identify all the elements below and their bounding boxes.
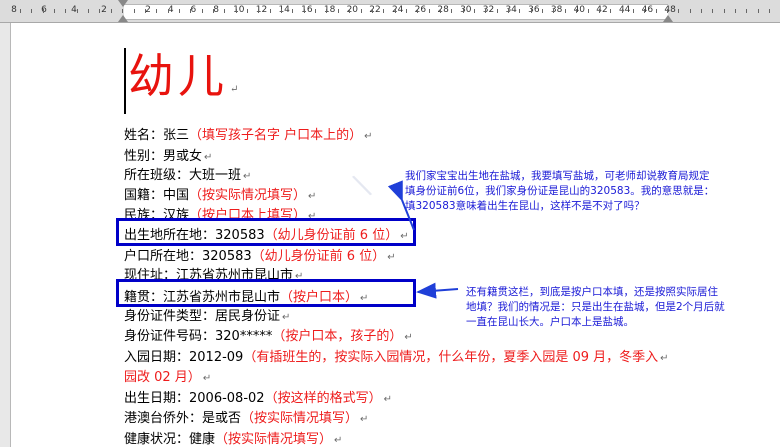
arrow-to-native-place [416,282,459,299]
annotation-note-native-place: 还有籍贯这栏，到底是按户口本填，还是按照实际居住 地填？我们的情况是：只是出生在… [466,286,725,328]
annotation-arrows [387,180,459,299]
annotation-note-birthplace: 我们家宝宝出生地在盐城，我要填写盐城，可老师却说教育局规定 填身份证前6位，我们… [405,170,715,212]
